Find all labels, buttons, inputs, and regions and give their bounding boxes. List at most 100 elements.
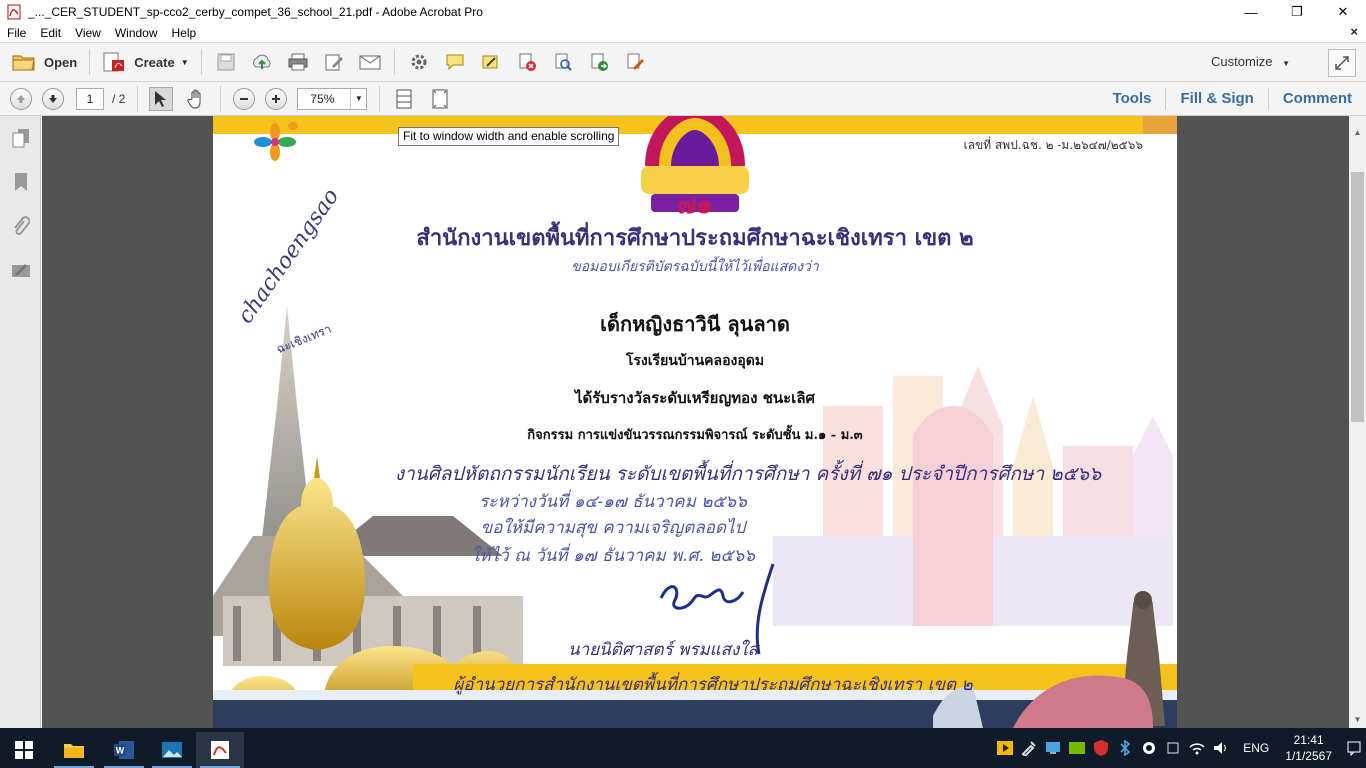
bookmark-icon xyxy=(14,173,27,191)
gear-icon xyxy=(411,54,427,70)
toolbar-divider xyxy=(379,85,381,112)
customize-menu[interactable]: Customize ▼ xyxy=(1211,54,1290,69)
page-thumbnails-button[interactable] xyxy=(0,116,41,160)
scroll-down-icon[interactable]: ▼ xyxy=(1349,711,1366,728)
tools-link[interactable]: Tools xyxy=(1099,88,1166,110)
windows-logo-icon xyxy=(15,741,33,759)
folder-icon xyxy=(12,55,35,71)
minimize-button[interactable]: — xyxy=(1228,0,1274,24)
maximize-button[interactable]: ❐ xyxy=(1274,0,1320,24)
highlight-button[interactable] xyxy=(478,49,504,75)
menu-window[interactable]: Window xyxy=(108,26,165,40)
tools-tray-icon[interactable] xyxy=(1017,736,1041,760)
next-page-button[interactable] xyxy=(42,87,64,110)
clock-time: 21:41 xyxy=(1293,733,1324,747)
photos-button[interactable] xyxy=(148,732,196,768)
previous-page-button[interactable] xyxy=(10,87,32,110)
office-title: สำนักงานเขตพื้นที่การศึกษาประถมศึกษาฉะเช… xyxy=(416,225,974,251)
media-player-icon[interactable] xyxy=(993,736,1017,760)
sign-page-icon xyxy=(627,53,644,70)
window-controls: — ❐ ✕ xyxy=(1228,0,1366,24)
shield-icon[interactable] xyxy=(1089,736,1113,760)
input-language[interactable]: ENG xyxy=(1243,741,1269,755)
system-clock[interactable]: 21:41 1/1/2567 xyxy=(1285,732,1332,764)
create-pdf-icon xyxy=(103,52,125,72)
export-button[interactable] xyxy=(586,49,612,75)
delete-pages-button[interactable] xyxy=(514,49,540,75)
zoom-out-button[interactable] xyxy=(233,87,256,110)
toolbar-divider xyxy=(200,49,202,75)
zoom-select[interactable]: 75% ▼ xyxy=(297,87,368,110)
bookmarks-button[interactable] xyxy=(0,160,41,204)
arrow-down-icon xyxy=(49,94,57,103)
pdf-page: เลขที่ สพป.ฉช. ๒ -ม.๒๖๔๗/๒๕๖๖ ๗๑ สำนักงา… xyxy=(213,116,1177,728)
pages-icon xyxy=(12,129,29,148)
file-explorer-button[interactable] xyxy=(50,732,98,768)
fit-width-icon xyxy=(396,89,412,108)
menu-edit[interactable]: Edit xyxy=(33,26,68,40)
scroll-up-icon[interactable]: ▲ xyxy=(1349,124,1366,141)
customize-label: Customize xyxy=(1211,54,1273,69)
export-page-icon xyxy=(591,53,608,71)
sign-button[interactable] xyxy=(622,49,648,75)
emblem-numeral: ๗๑ xyxy=(676,190,714,220)
fit-page-icon xyxy=(432,89,448,108)
cursor-icon xyxy=(155,90,167,107)
document-viewport[interactable]: เลขที่ สพป.ฉช. ๒ -ม.๒๖๔๗/๒๕๖๖ ๗๑ สำนักงา… xyxy=(42,116,1349,728)
fill-sign-link[interactable]: Fill & Sign xyxy=(1165,88,1267,110)
print-button[interactable] xyxy=(285,49,311,75)
volume-icon[interactable] xyxy=(1209,736,1233,760)
hand-icon xyxy=(187,89,201,109)
vertical-scrollbar[interactable]: ▲ ▼ xyxy=(1349,116,1366,728)
usb-icon[interactable] xyxy=(1161,736,1185,760)
chevron-down-icon[interactable]: ▼ xyxy=(350,88,366,109)
scroll-thumb[interactable] xyxy=(1351,172,1364,422)
clock-date: 1/1/2567 xyxy=(1285,749,1332,763)
activity-name: กิจกรรม การแข่งขันวรรณกรรมพิจารณ์ ระดับช… xyxy=(527,428,863,443)
edit-button[interactable] xyxy=(321,49,347,75)
comment-tool-button[interactable] xyxy=(442,49,468,75)
school-name: โรงเรียนบ้านคลองอุดม xyxy=(625,353,765,369)
page-number-input[interactable]: 1 xyxy=(76,87,104,110)
create-button[interactable]: Create ▼ xyxy=(96,47,194,77)
read-mode-button[interactable] xyxy=(1328,49,1356,77)
word-button[interactable]: W xyxy=(100,732,148,768)
save-button[interactable] xyxy=(213,49,239,75)
document-number: เลขที่ สพป.ฉช. ๒ -ม.๒๖๔๗/๒๕๖๖ xyxy=(963,138,1143,152)
email-button[interactable] xyxy=(357,49,383,75)
nvidia-icon[interactable] xyxy=(1065,736,1089,760)
fit-width-button[interactable] xyxy=(391,86,417,112)
acrobat-button[interactable] xyxy=(196,732,244,768)
save-icon xyxy=(217,53,235,71)
bluetooth-icon[interactable] xyxy=(1113,736,1137,760)
signatures-button[interactable] xyxy=(0,248,41,292)
certificate-subtitle: ขอมอบเกียรติบัตรฉบับนี้ให้ไว้เพื่อแสดงว่… xyxy=(571,259,819,275)
zoom-in-button[interactable] xyxy=(265,87,288,110)
menu-bar: File Edit View Window Help × xyxy=(0,24,1366,42)
start-button[interactable] xyxy=(0,732,48,768)
menu-view[interactable]: View xyxy=(68,26,108,40)
menu-file[interactable]: File xyxy=(0,26,33,40)
window-title: _..._CER_STUDENT_sp-cco2_cerby_compet_36… xyxy=(28,5,483,19)
hand-tool-button[interactable] xyxy=(183,86,209,112)
upload-cloud-button[interactable] xyxy=(249,49,275,75)
network-tray-icon[interactable] xyxy=(1041,736,1065,760)
select-tool-button[interactable] xyxy=(149,86,174,111)
find-button[interactable] xyxy=(550,49,576,75)
expand-icon xyxy=(1335,56,1349,70)
fit-page-button[interactable] xyxy=(427,86,453,112)
open-button[interactable]: Open xyxy=(6,47,83,77)
security-icon[interactable] xyxy=(1137,736,1161,760)
arrow-up-icon xyxy=(17,94,25,103)
close-button[interactable]: ✕ xyxy=(1320,0,1366,24)
event-name: งานศิลปหัตถกรรมนักเรียน ระดับเขตพื้นที่ก… xyxy=(394,463,1102,485)
attachments-button[interactable] xyxy=(0,204,41,248)
wifi-icon[interactable] xyxy=(1185,736,1209,760)
close-document-button[interactable]: × xyxy=(1350,24,1358,39)
given-date: ให้ไว้ ณ วันที่ ๑๗ ธันวาคม พ.ศ. ๒๕๖๖ xyxy=(471,546,755,566)
menu-help[interactable]: Help xyxy=(165,26,204,40)
comment-link[interactable]: Comment xyxy=(1267,88,1366,110)
toolbar-divider xyxy=(220,85,222,112)
notification-icon[interactable] xyxy=(1342,736,1366,760)
settings-button[interactable] xyxy=(406,49,432,75)
